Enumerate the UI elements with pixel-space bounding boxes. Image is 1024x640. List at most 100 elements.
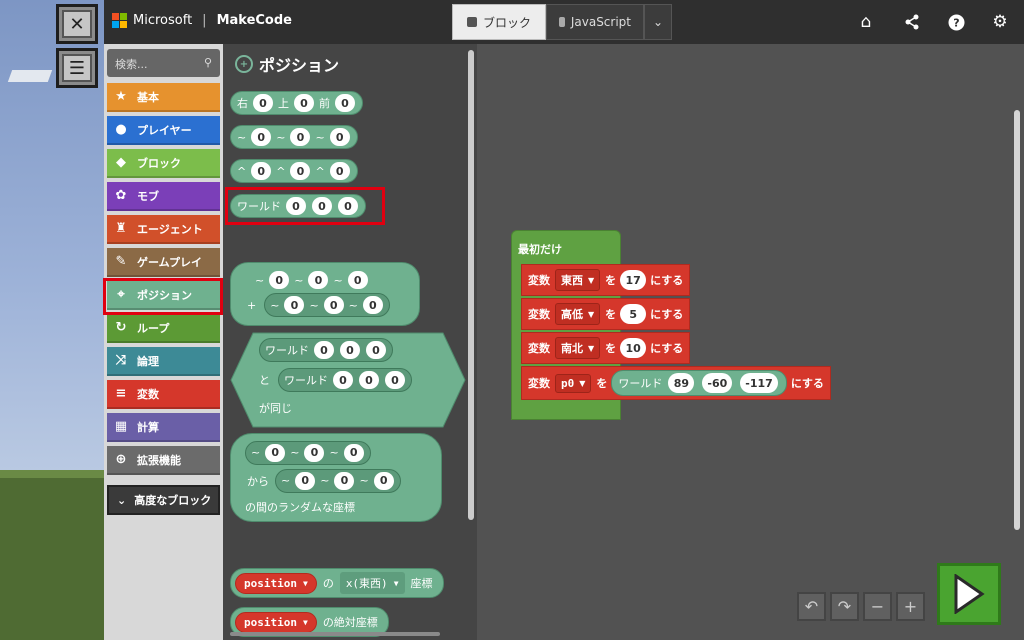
variable-dropdown[interactable]: 高低 ▼ (555, 303, 601, 325)
block-random-position[interactable]: ~ 0 ~ 0 ~ 0 から ~ 0 ~ 0 ~ 0 の間のランダムな座標 (230, 433, 442, 522)
tilde-label: ~ (329, 446, 339, 459)
undo-button[interactable]: ↶ (797, 592, 826, 621)
settings-icon[interactable]: ⚙ (990, 12, 1010, 32)
value-slot[interactable]: 0 (333, 371, 353, 389)
block-positions-equal[interactable]: ワールド 0 0 0 と ワールド 0 0 0 が同じ (253, 338, 443, 422)
position-dropdown[interactable]: position ▼ (235, 572, 317, 594)
value-slot[interactable]: 0 (312, 197, 332, 215)
value-slot[interactable]: 0 (343, 443, 364, 462)
value-slot[interactable]: 0 (304, 443, 325, 462)
help-icon[interactable]: ? (946, 12, 966, 32)
value-slot[interactable]: 0 (335, 94, 355, 112)
category-label: プレイヤー (137, 123, 192, 137)
value-slot[interactable]: 0 (286, 197, 306, 215)
block-add-positions[interactable]: ~ 0 ~ 0 ~ 0 + ~ 0 ~ 0 ~ 0 (230, 262, 420, 326)
tilde-label: ~ (294, 273, 304, 287)
logo[interactable]: Microsoft | MakeCode (112, 13, 292, 28)
value-slot[interactable]: 0 (362, 296, 383, 314)
value-slot[interactable]: 0 (329, 128, 350, 146)
workspace-scrollbar[interactable] (1014, 110, 1020, 530)
y-input[interactable]: -60 (702, 373, 733, 393)
flyout-scrollbar[interactable] (468, 50, 474, 520)
run-button[interactable] (937, 563, 1001, 625)
to-label: を (605, 274, 617, 287)
value-slot[interactable]: 0 (251, 128, 272, 146)
category-mobs[interactable]: ✿ モブ (107, 182, 220, 211)
set-variable-block[interactable]: 変数 東西 ▼ を 17 にする (521, 264, 691, 296)
set-variable-block[interactable]: 変数 p0 ▼ を ワールド 89 -60 -117 にする (521, 366, 831, 400)
category-math[interactable]: ▦ 計算 (107, 413, 220, 442)
category-positions[interactable]: ⌖ ポジション (107, 281, 220, 310)
inner-world-position[interactable]: ワールド 0 0 0 (278, 368, 412, 392)
category-player[interactable]: ● プレイヤー (107, 116, 220, 145)
tab-blocks[interactable]: ブロック (452, 4, 546, 40)
z-input[interactable]: -117 (740, 373, 778, 393)
search-input[interactable]: 検索... ⚲ (107, 49, 220, 77)
block-position-axis[interactable]: position ▼ の x(東西) ▼ 座標 (230, 568, 444, 598)
value-slot[interactable]: 0 (265, 443, 286, 462)
value-slot[interactable]: 0 (338, 197, 358, 215)
value-slot[interactable]: 0 (294, 94, 314, 112)
block-tilde-position[interactable]: ~ 0 ~ 0 ~ 0 (230, 125, 358, 149)
value-slot[interactable]: 0 (251, 162, 272, 180)
value-slot[interactable]: 0 (295, 471, 316, 490)
category-basic[interactable]: ★ 基本 (107, 83, 220, 112)
value-slot[interactable]: 0 (329, 162, 350, 180)
caret-label: ^ (315, 164, 325, 178)
value-slot[interactable]: 0 (334, 471, 355, 490)
category-agent[interactable]: ♜ エージェント (107, 215, 220, 244)
value-slot[interactable]: 0 (347, 271, 368, 289)
advanced-blocks-button[interactable]: ⌄ 高度なブロック (107, 485, 220, 515)
minecraft-close-button[interactable]: ✕ (56, 4, 98, 44)
value-slot[interactable]: 0 (290, 162, 311, 180)
value-slot[interactable]: 0 (359, 371, 379, 389)
zoom-in-button[interactable]: + (896, 592, 925, 621)
share-icon[interactable] (902, 12, 922, 32)
redo-button[interactable]: ↷ (830, 592, 859, 621)
language-dropdown-button[interactable]: ⌄ (644, 4, 672, 40)
block-caret-position[interactable]: ^ 0 ^ 0 ^ 0 (230, 159, 358, 183)
category-loops[interactable]: ↻ ループ (107, 314, 220, 343)
axis-dropdown[interactable]: x(東西) ▼ (339, 572, 405, 594)
and-label: と (259, 374, 270, 387)
home-icon[interactable]: ⌂ (856, 12, 876, 32)
value-slot[interactable]: 0 (385, 371, 405, 389)
variable-dropdown[interactable]: 南北 ▼ (555, 337, 601, 359)
value-slot[interactable]: 0 (314, 341, 334, 359)
category-gameplay[interactable]: ✎ ゲームプレイ (107, 248, 220, 277)
value-input[interactable]: 10 (620, 338, 647, 358)
inner-world-position[interactable]: ワールド 0 0 0 (259, 338, 393, 362)
value-slot[interactable]: 0 (366, 341, 386, 359)
inner-tilde-position[interactable]: ~ 0 ~ 0 ~ 0 (264, 293, 390, 317)
value-slot[interactable]: 0 (308, 271, 329, 289)
set-variable-block[interactable]: 変数 南北 ▼ を 10 にする (521, 332, 691, 364)
category-blocks[interactable]: ◆ ブロック (107, 149, 220, 178)
world-position-block[interactable]: ワールド 89 -60 -117 (611, 370, 787, 396)
block-relative-position[interactable]: 右 0 上 0 前 0 (230, 91, 363, 115)
variable-dropdown[interactable]: p0 ▼ (555, 373, 592, 393)
variable-dropdown[interactable]: 東西 ▼ (555, 269, 601, 291)
zoom-out-button[interactable]: − (863, 592, 892, 621)
position-dropdown[interactable]: position ▼ (235, 611, 317, 633)
category-variables[interactable]: ≡ 変数 (107, 380, 220, 409)
inner-tilde-position[interactable]: ~ 0 ~ 0 ~ 0 (275, 468, 401, 493)
value-input[interactable]: 5 (620, 304, 647, 324)
flyout-horizontal-scrollbar[interactable] (230, 632, 440, 636)
value-slot[interactable]: 0 (340, 341, 360, 359)
value-slot[interactable]: 0 (253, 94, 273, 112)
value-slot[interactable]: 0 (284, 296, 305, 314)
tab-javascript[interactable]: JavaScript (546, 4, 644, 40)
value-slot[interactable]: 0 (290, 128, 311, 146)
chevron-down-icon: ⌄ (652, 15, 664, 29)
set-variable-block[interactable]: 変数 高低 ▼ を 5 にする (521, 298, 691, 330)
value-input[interactable]: 17 (620, 270, 647, 290)
value-slot[interactable]: 0 (323, 296, 344, 314)
block-world-position[interactable]: ワールド 0 0 0 (230, 194, 366, 218)
x-input[interactable]: 89 (668, 373, 695, 393)
category-extensions[interactable]: ⊕ 拡張機能 (107, 446, 220, 475)
category-logic[interactable]: ⤨ 論理 (107, 347, 220, 376)
inner-tilde-position[interactable]: ~ 0 ~ 0 ~ 0 (245, 440, 371, 465)
value-slot[interactable]: 0 (269, 271, 290, 289)
value-slot[interactable]: 0 (373, 471, 394, 490)
minecraft-menu-button[interactable]: ☰ (56, 48, 98, 88)
